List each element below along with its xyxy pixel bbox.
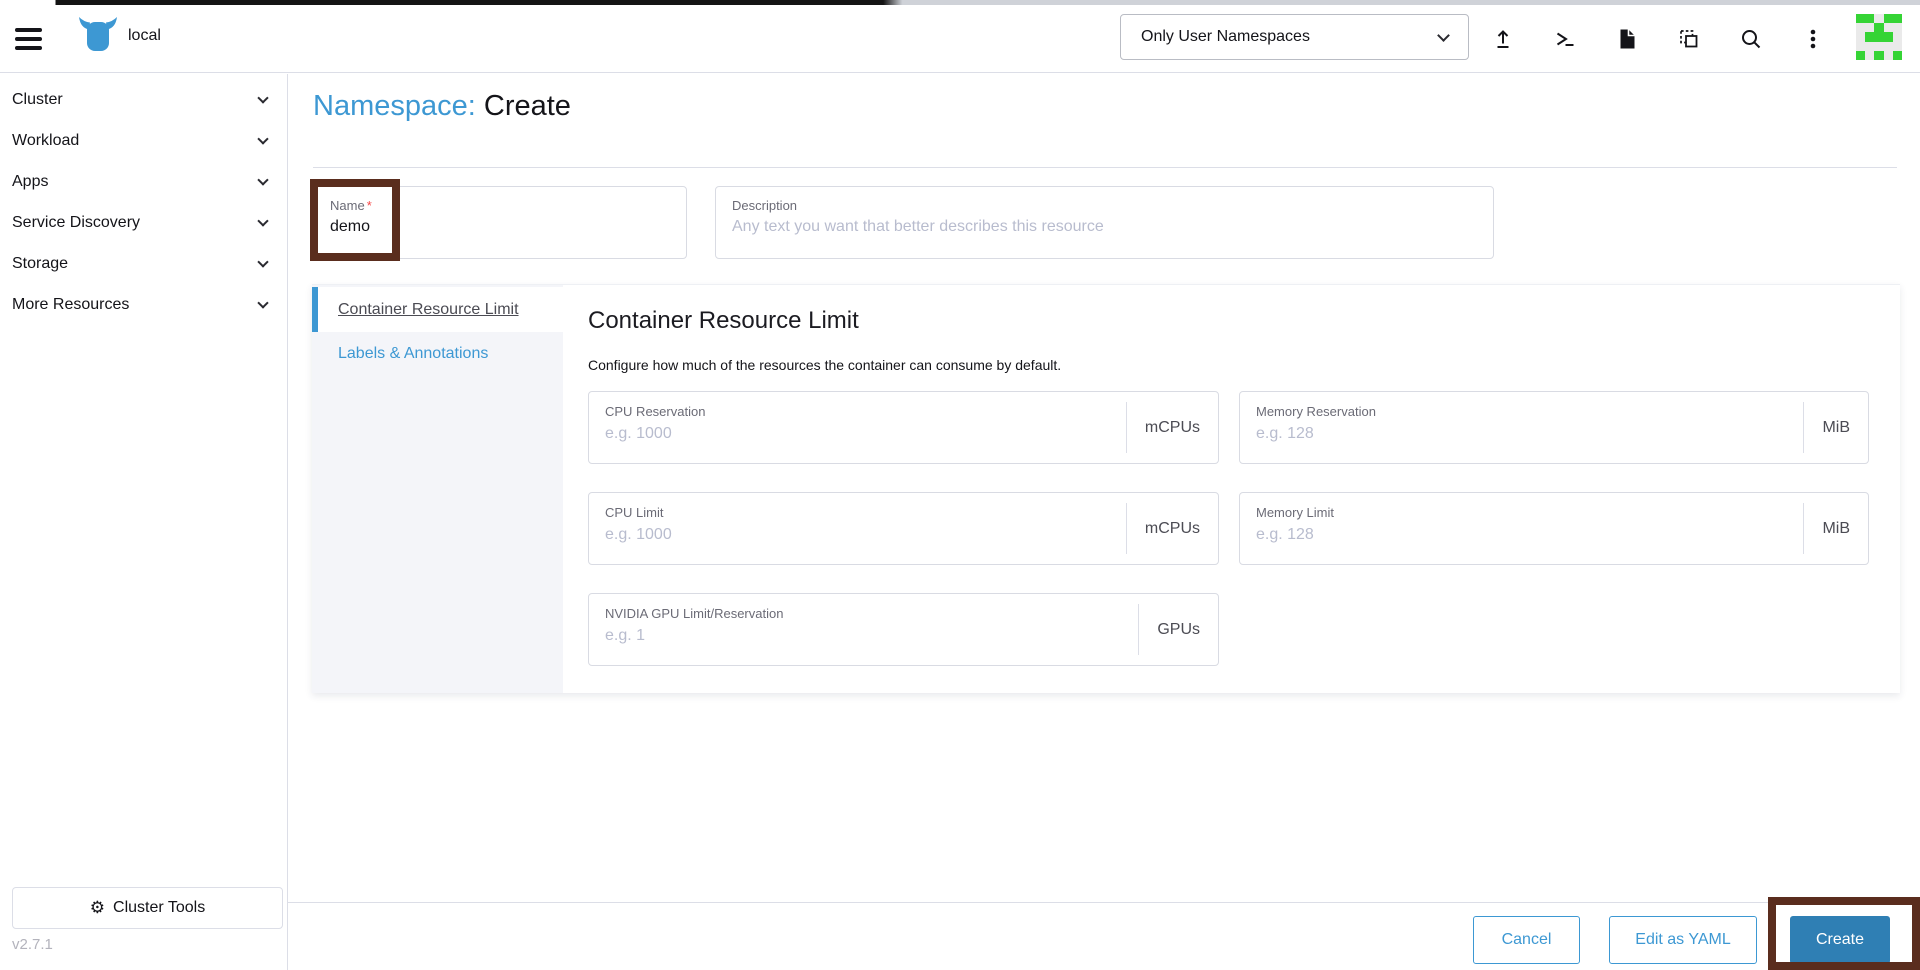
tab-panel-container-resource-limit: Container Resource Limit Configure how m… xyxy=(563,285,1900,693)
cluster-tools-button[interactable]: Cluster Tools xyxy=(12,887,283,929)
name-input[interactable] xyxy=(330,218,670,236)
required-asterisk: * xyxy=(366,198,372,213)
field-label: Memory Reservation xyxy=(1256,404,1376,419)
chevron-down-icon xyxy=(1437,28,1450,42)
field-label: CPU Limit xyxy=(605,505,664,520)
cpu-reservation-input[interactable] xyxy=(605,425,1112,443)
header-toolbar xyxy=(1490,5,1826,73)
namespace-filter-select[interactable]: Only User Namespaces xyxy=(1120,14,1469,60)
namespace-filter-value: Only User Namespaces xyxy=(1141,28,1310,45)
field-label: NVIDIA GPU Limit/Reservation xyxy=(605,606,784,621)
sidebar-item-label: Storage xyxy=(12,254,69,272)
file-icon[interactable] xyxy=(1614,26,1640,52)
sidebar-item-label: Cluster xyxy=(12,90,63,108)
upload-icon[interactable] xyxy=(1490,26,1516,52)
name-field[interactable]: Name * xyxy=(313,186,687,259)
cpu-limit-input[interactable] xyxy=(605,526,1112,544)
tab-container-resource-limit[interactable]: Container Resource Limit xyxy=(312,287,563,332)
description-field[interactable]: Description xyxy=(715,186,1494,259)
chevron-down-icon xyxy=(257,173,269,186)
kebab-menu-icon[interactable] xyxy=(1800,26,1826,52)
edit-as-yaml-button[interactable]: Edit as YAML xyxy=(1609,916,1757,964)
unit-label: mCPUs xyxy=(1125,402,1218,453)
field-label: Memory Limit xyxy=(1256,505,1335,520)
footer-divider xyxy=(288,902,1920,903)
sidebar-item-label: Service Discovery xyxy=(12,213,141,231)
unit-label: GPUs xyxy=(1138,604,1218,655)
chevron-down-icon xyxy=(257,296,269,309)
kubectl-shell-icon[interactable] xyxy=(1552,26,1578,52)
tab-nav: Container Resource Limit Labels & Annota… xyxy=(312,285,563,693)
sidebar-nav: Cluster Workload Apps Service Discovery … xyxy=(0,74,288,970)
page-title: Namespace: Create xyxy=(313,90,571,123)
hamburger-menu-icon[interactable] xyxy=(15,28,43,50)
description-field-label: Description xyxy=(732,198,798,213)
chevron-down-icon xyxy=(257,214,269,227)
resource-tabs-card: Container Resource Limit Labels & Annota… xyxy=(312,284,1900,693)
search-icon[interactable] xyxy=(1738,26,1764,52)
sidebar-item-more-resources[interactable]: More Resources xyxy=(0,284,287,325)
unit-label: mCPUs xyxy=(1125,503,1218,554)
unit-label: MiB xyxy=(1803,503,1868,554)
name-field-label: Name * xyxy=(330,198,372,213)
description-input[interactable] xyxy=(732,218,1477,236)
sidebar-item-service-discovery[interactable]: Service Discovery xyxy=(0,202,287,243)
unit-label: MiB xyxy=(1803,402,1868,453)
memory-reservation-input[interactable] xyxy=(1256,425,1762,443)
page-title-action: Create xyxy=(483,90,571,122)
tab-labels-annotations[interactable]: Labels & Annotations xyxy=(312,332,563,376)
chevron-down-icon xyxy=(257,91,269,104)
section-heading: Container Resource Limit xyxy=(588,307,859,334)
cancel-button[interactable]: Cancel xyxy=(1473,916,1580,964)
sidebar-item-label: More Resources xyxy=(12,295,130,313)
chevron-down-icon xyxy=(257,255,269,268)
create-button[interactable]: Create xyxy=(1790,916,1890,964)
app-header: local Only User Namespaces xyxy=(0,5,1920,73)
nvidia-gpu-field[interactable]: NVIDIA GPU Limit/Reservation GPUs xyxy=(588,593,1219,666)
gear-icon xyxy=(90,899,105,918)
user-avatar[interactable] xyxy=(1856,14,1902,60)
rancher-logo-icon[interactable] xyxy=(76,17,120,57)
memory-reservation-field[interactable]: Memory Reservation MiB xyxy=(1239,391,1869,464)
sidebar-item-label: Workload xyxy=(12,131,80,149)
chevron-down-icon xyxy=(257,132,269,145)
cluster-tools-label: Cluster Tools xyxy=(113,899,206,916)
import-yaml-icon[interactable] xyxy=(1676,26,1702,52)
cpu-reservation-field[interactable]: CPU Reservation mCPUs xyxy=(588,391,1219,464)
tab-label: Container Resource Limit xyxy=(338,300,519,318)
memory-limit-field[interactable]: Memory Limit MiB xyxy=(1239,492,1869,565)
memory-limit-input[interactable] xyxy=(1256,526,1762,544)
sidebar-item-apps[interactable]: Apps xyxy=(0,161,287,202)
sidebar-item-workload[interactable]: Workload xyxy=(0,120,287,161)
page-title-resource: Namespace: xyxy=(313,90,476,122)
cpu-limit-field[interactable]: CPU Limit mCPUs xyxy=(588,492,1219,565)
cluster-name: local xyxy=(128,27,161,44)
sidebar-item-storage[interactable]: Storage xyxy=(0,243,287,284)
title-divider xyxy=(313,167,1897,168)
section-description: Configure how much of the resources the … xyxy=(588,357,1062,373)
sidebar-item-cluster[interactable]: Cluster xyxy=(0,79,287,120)
nvidia-gpu-input[interactable] xyxy=(605,627,1112,645)
version-label: v2.7.1 xyxy=(12,936,53,953)
sidebar-item-label: Apps xyxy=(12,172,49,190)
field-label: CPU Reservation xyxy=(605,404,706,419)
tab-label: Labels & Annotations xyxy=(338,345,489,362)
